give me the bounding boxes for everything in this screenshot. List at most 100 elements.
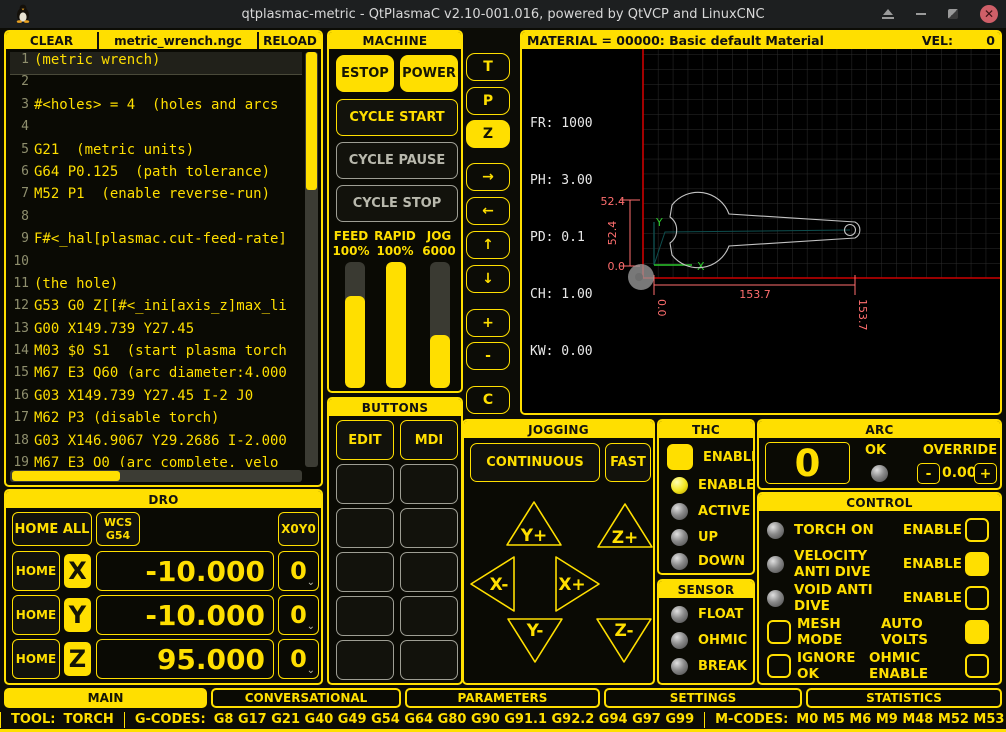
tool-t-button[interactable]: T — [466, 53, 510, 81]
jog-continuous-button[interactable]: CONTINUOUS — [470, 443, 600, 482]
edit-button[interactable]: EDIT — [336, 420, 394, 460]
pan-left-button[interactable]: ← — [466, 197, 510, 225]
gcode-horizontal-scrollbar[interactable] — [10, 470, 302, 482]
gcode-line: 12G53 G0 Z[[#<_ini[axis_z]max_li — [10, 298, 302, 320]
shade-window-icon[interactable] — [882, 9, 894, 19]
material-selector[interactable]: MATERIAL = 00000: Basic default Material — [527, 33, 824, 48]
thc-down-led — [671, 553, 688, 570]
zero-y-button[interactable]: 0⌄ — [278, 595, 319, 635]
arc-override-minus-button[interactable]: - — [917, 463, 940, 484]
pan-up-button[interactable]: ↑ — [466, 231, 510, 259]
rapid-override-label: RAPID — [373, 229, 417, 243]
machine-panel: MACHINE ESTOP POWER CYCLE START CYCLE PA… — [327, 30, 463, 393]
void-anti-dive-enable-checkbox[interactable] — [965, 586, 989, 610]
gcode-line: 10 — [10, 254, 302, 276]
arc-override-plus-button[interactable]: + — [974, 463, 997, 484]
mdi-button[interactable]: MDI — [400, 420, 458, 460]
home-all-button[interactable]: HOME ALL — [12, 512, 92, 546]
ohmic-enable-checkbox[interactable] — [965, 654, 989, 678]
velocity-anti-dive-enable-checkbox[interactable] — [965, 552, 989, 576]
tab-conversational[interactable]: CONVERSATIONAL — [211, 688, 401, 708]
pan-down-button[interactable]: ↓ — [466, 265, 510, 293]
reload-button[interactable]: RELOAD — [259, 32, 321, 49]
tool-p-button[interactable]: P — [466, 87, 510, 115]
feed-override-slider[interactable] — [345, 262, 365, 388]
auto-volts-checkbox[interactable] — [965, 620, 989, 644]
mesh-mode-checkbox[interactable] — [767, 620, 791, 644]
custom-button-empty[interactable] — [400, 596, 458, 636]
jog-x-minus-button[interactable]: X- — [466, 552, 519, 616]
svg-text:Y+: Y+ — [520, 526, 548, 546]
y-axis-label: Y — [655, 216, 663, 229]
zero-z-button[interactable]: 0⌄ — [278, 639, 319, 679]
custom-button-empty[interactable] — [400, 464, 458, 504]
feed-override-value: 100% — [329, 244, 373, 258]
jog-y-minus-button[interactable]: Y- — [503, 614, 567, 667]
custom-button-empty[interactable] — [400, 552, 458, 592]
jog-z-plus-button[interactable]: Z+ — [593, 499, 655, 552]
tab-main[interactable]: MAIN — [4, 688, 207, 708]
machine-title: MACHINE — [329, 32, 461, 49]
clear-plot-button[interactable]: C — [466, 386, 510, 414]
close-icon[interactable]: ✕ — [980, 5, 998, 23]
clear-button[interactable]: CLEAR — [6, 32, 99, 49]
gcode-view[interactable]: 1(metric wrench) 2 3#<holes> = 4 (holes … — [10, 52, 302, 467]
custom-button-empty[interactable] — [336, 508, 394, 548]
tab-statistics[interactable]: STATISTICS — [806, 688, 1002, 708]
status-bar: TOOL: TORCH G-CODES: G8 G17 G21 G40 G49 … — [0, 710, 1006, 729]
home-x-button[interactable]: HOME — [12, 551, 60, 591]
dro-z-value: 95.000 — [96, 639, 274, 679]
home-z-button[interactable]: HOME — [12, 639, 60, 679]
tool-z-button[interactable]: Z — [466, 120, 510, 148]
power-button[interactable]: POWER — [400, 55, 458, 92]
custom-button-empty[interactable] — [336, 596, 394, 636]
rapid-override-slider[interactable] — [386, 262, 406, 388]
custom-button-empty[interactable] — [400, 508, 458, 548]
gcode-vertical-scrollbar[interactable] — [305, 52, 318, 467]
custom-button-empty[interactable] — [336, 640, 394, 680]
thc-title: THC — [659, 421, 753, 438]
scroll-thumb[interactable] — [306, 52, 317, 190]
jog-y-plus-button[interactable]: Y+ — [502, 497, 566, 550]
custom-button-empty[interactable] — [336, 552, 394, 592]
custom-button-empty[interactable] — [400, 640, 458, 680]
jog-speed-slider[interactable] — [430, 262, 450, 388]
tab-parameters[interactable]: PARAMETERS — [405, 688, 600, 708]
cycle-stop-button[interactable]: CYCLE STOP — [336, 185, 458, 222]
minimize-icon[interactable] — [916, 13, 926, 15]
jog-fast-button[interactable]: FAST — [605, 443, 651, 482]
pan-right-button[interactable]: → — [466, 163, 510, 191]
maximize-icon[interactable] — [948, 9, 958, 19]
x0y0-button[interactable]: X0Y0 — [278, 512, 319, 546]
thc-panel: THC ENABLE ENABLED ACTIVE UP DOWN — [657, 419, 755, 575]
zoom-in-button[interactable]: + — [466, 309, 510, 337]
titlebar: qtplasmac-metric - QtPlasmaC v2.10-001.0… — [0, 0, 1006, 28]
axis-x-label[interactable]: X — [64, 554, 91, 588]
jogging-title: JOGGING — [464, 421, 653, 438]
wcs-button[interactable]: WCSG54 — [96, 512, 140, 546]
tab-settings[interactable]: SETTINGS — [604, 688, 802, 708]
cycle-pause-button[interactable]: CYCLE PAUSE — [336, 142, 458, 179]
backplot-view: 52.4 0.0 52.4 153.7 0.0 153.7 X Y — [522, 49, 1000, 413]
active-gcodes: G-CODES: G8 G17 G21 G40 G49 G54 G64 G80 … — [124, 712, 704, 728]
loaded-file-name[interactable]: metric_wrench.ngc — [99, 32, 259, 49]
cut-parameter-readout: FR: 1000 PH: 3.00 PD: 0.1 CH: 1.00 KW: 0… — [530, 76, 593, 399]
axis-y-label[interactable]: Y — [64, 598, 91, 632]
jog-x-plus-button[interactable]: X+ — [551, 552, 604, 616]
jog-z-minus-button[interactable]: Z- — [592, 614, 655, 667]
gcode-line: 5G21 (metric units) — [10, 142, 302, 164]
torch-enable-checkbox[interactable] — [965, 518, 989, 542]
home-y-button[interactable]: HOME — [12, 595, 60, 635]
zoom-out-button[interactable]: - — [466, 342, 510, 370]
custom-button-empty[interactable] — [336, 464, 394, 504]
estop-button[interactable]: ESTOP — [336, 55, 394, 92]
axis-z-label[interactable]: Z — [64, 642, 91, 676]
gcode-line: 18G03 X146.9067 Y29.2686 I-2.000 — [10, 433, 302, 455]
zero-x-button[interactable]: 0⌄ — [278, 551, 319, 591]
svg-text:Z+: Z+ — [612, 528, 639, 548]
ignore-ok-checkbox[interactable] — [767, 654, 791, 678]
scroll-thumb[interactable] — [12, 471, 120, 481]
cycle-start-button[interactable]: CYCLE START — [336, 99, 458, 136]
ohmic-probe-led — [671, 632, 688, 649]
thc-enable-checkbox[interactable] — [667, 444, 693, 470]
